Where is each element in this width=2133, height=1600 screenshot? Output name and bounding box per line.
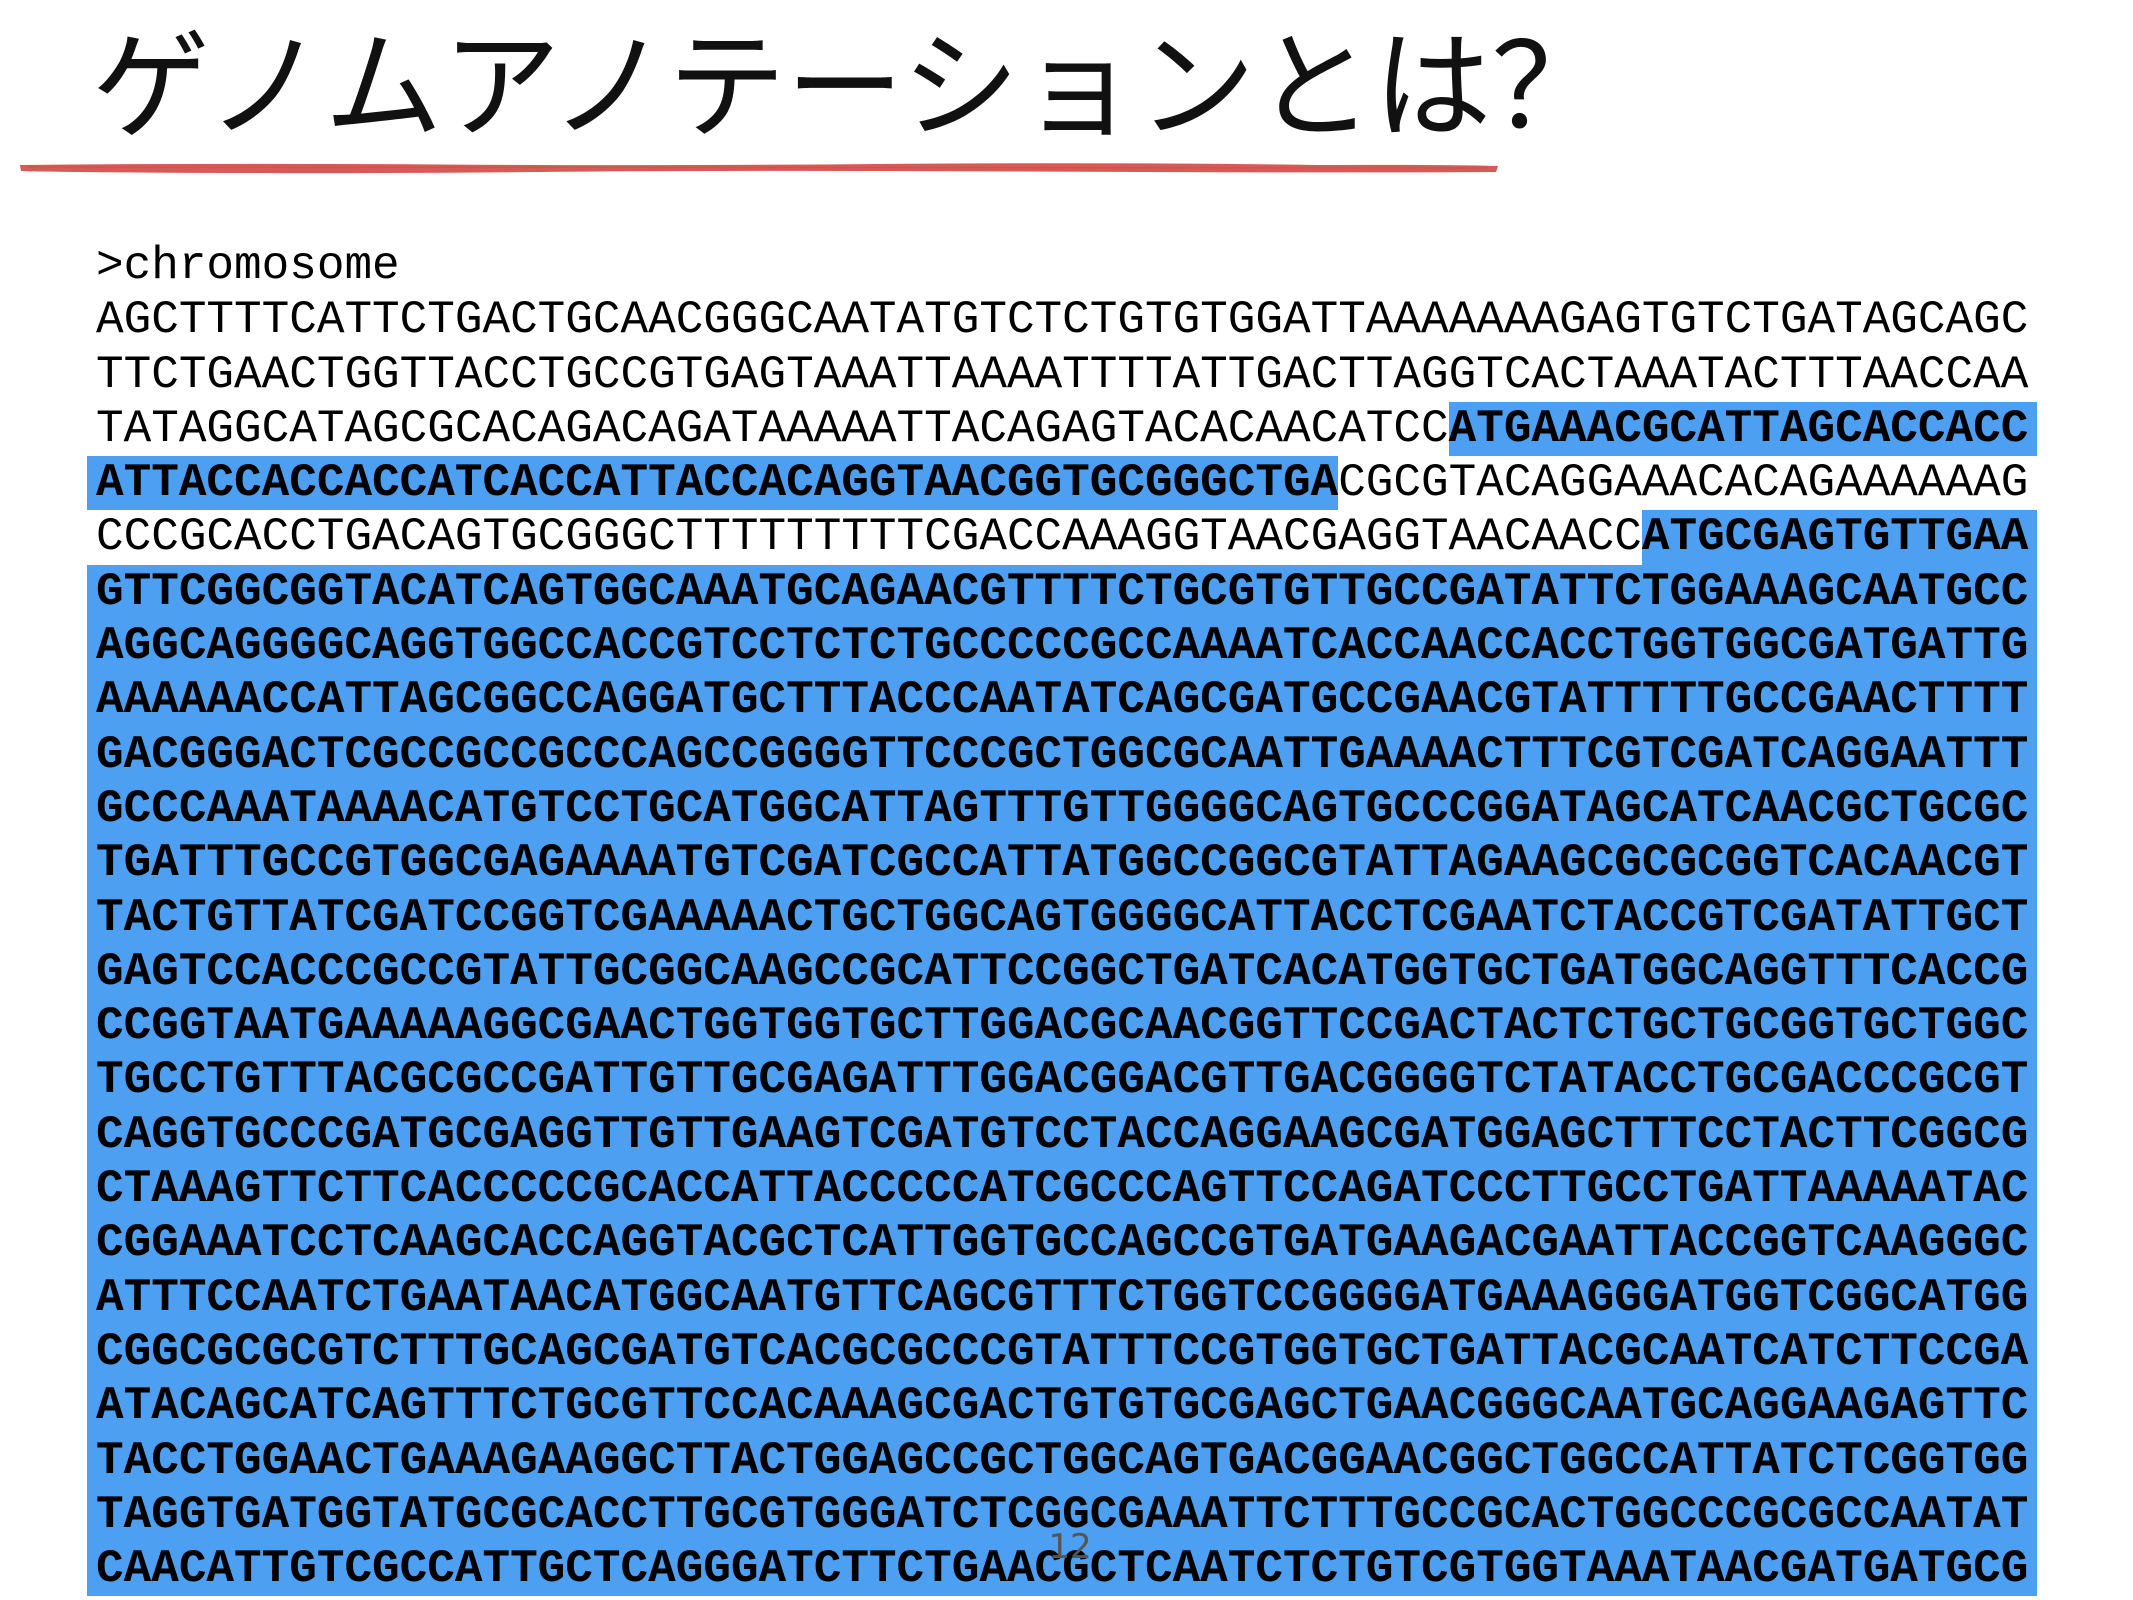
sequence-lines: AGCTTTTCATTCTGACTGCAACGGGCAATATGTCTCTGTG… [87,293,2038,1597]
gene-highlight-segment: CAGGTGCCCGATGCGAGGTTGTTGAAGTCGATGTCCTACC… [87,1107,2038,1163]
gene-highlight-segment: ATGAAACGCATTAGCACCACC [1448,401,2038,457]
sequence-line: GAGTCCACCCGCCGTATTGCGGCAAGCCGCATTCCGGCTG… [87,944,2038,1000]
gene-highlight-segment: CGGAAATCCTCAAGCACCAGGTACGCTCATTGGTGCCAGC… [87,1216,2038,1271]
sequence-segment: CGCGTACAGGAAACACAGAAAAAAG [1338,457,2029,510]
sequence-line: TTCTGAACTGGTTACCTGCCGTGAGTAAATTAAAATTTTA… [96,348,2028,402]
sequence-line: CCGGTAATGAAAAAGGCGAACTGGTGGTGCTTGGACGCAA… [87,999,2038,1054]
gene-highlight-segment: ATTTCCAATCTGAATAACATGGCAATGTTCAGCGTTTCTG… [87,1270,2038,1325]
gene-highlight-segment: TGATTTGCCGTGGCGAGAAAATGTCGATCGCCATTATGGC… [87,836,2038,891]
gene-highlight-segment: GCCCAAATAAAACATGTCCTGCATGGCATTAGTTTGTTGG… [87,781,2038,837]
gene-highlight-segment: CGGCGCGCGTCTTTGCAGCGATGTCACGCGCCCGTATTTC… [87,1324,2038,1380]
gene-highlight-segment: GAGTCCACCCGCCGTATTGCGGCAAGCCGCATTCCGGCTG… [87,944,2038,1000]
gene-highlight-segment: ATGCGAGTGTTGAA [1641,510,2038,565]
sequence-line: GCCCAAATAAAACATGTCCTGCATGGCATTAGTTTGTTGG… [87,781,2038,837]
sequence-block: >chromosome AGCTTTTCATTCTGACTGCAACGGGCAA… [87,239,2038,1597]
sequence-line: ATTTCCAATCTGAATAACATGGCAATGTTCAGCGTTTCTG… [87,1270,2038,1325]
sequence-line: TGCCTGTTTACGCGCCGATTGTTGCGAGATTTGGACGGAC… [87,1053,2038,1108]
sequence-line: ATTACCACCACCATCACCATTACCACAGGTAACGGTGCGG… [87,456,2029,511]
sequence-line: AAAAAACCATTAGCGGCCAGGATGCTTTACCCAATATCAG… [87,673,2038,728]
sequence-line: CGGAAATCCTCAAGCACCAGGTACGCTCATTGGTGCCAGC… [87,1216,2038,1271]
gene-highlight-segment: TACTGTTATCGATCCGGTCGAAAAACTGCTGGCAGTGGGG… [87,890,2038,945]
page-number: 12 [1048,1527,1092,1567]
sequence-line: GACGGGACTCGCCGCCGCCCAGCCGGGGTTCCCGCTGGCG… [87,727,2038,782]
sequence-line: TGATTTGCCGTGGCGAGAAAATGTCGATCGCCATTATGGC… [87,836,2038,891]
gene-highlight-segment: GACGGGACTCGCCGCCGCCCAGCCGGGGTTCCCGCTGGCG… [87,727,2038,782]
sequence-line: TACCTGGAACTGAAAGAAGGCTTACTGGAGCCGCTGGCAG… [87,1433,2038,1488]
sequence-line: ATACAGCATCAGTTTCTGCGTTCCACAAAGCGACTGTGTG… [87,1379,2038,1434]
gene-highlight-segment: TGCCTGTTTACGCGCCGATTGTTGCGAGATTTGGACGGAC… [87,1053,2038,1108]
sequence-line: GTTCGGCGGTACATCAGTGGCAAATGCAGAACGTTTTCTG… [87,564,2038,620]
sequence-segment: TATAGGCATAGCGCACAGACAGATAAAAATTACAGAGTAC… [96,402,1449,455]
sequence-segment: CCCGCACCTGACAGTGCGGGCTTTTTTTTTCGACCAAAGG… [96,511,1642,564]
title-underline [20,163,1498,174]
slide: ゲノムアノテーションとは？ >chromosome AGCTTTTCATTCTG… [0,0,2133,1600]
slide-title: ゲノムアノテーションとは？ [92,18,1610,156]
sequence-line: CGGCGCGCGTCTTTGCAGCGATGTCACGCGCCCGTATTTC… [87,1324,2038,1380]
gene-highlight-segment: CCGGTAATGAAAAAGGCGAACTGGTGGTGCTTGGACGCAA… [87,999,2038,1054]
gene-highlight-segment: ATTACCACCACCATCACCATTACCACAGGTAACGGTGCGG… [87,456,1339,511]
gene-highlight-segment: CTAAAGTTCTTCACCCCCGCACCATTACCCCCATCGCCCA… [87,1162,2038,1217]
gene-highlight-segment: TACCTGGAACTGAAAGAAGGCTTACTGGAGCCGCTGGCAG… [87,1433,2038,1488]
sequence-segment: TTCTGAACTGGTTACCTGCCGTGAGTAAATTAAAATTTTA… [96,348,2029,401]
sequence-line: CCCGCACCTGACAGTGCGGGCTTTTTTTTTCGACCAAAGG… [96,510,2038,565]
sequence-line: TATAGGCATAGCGCACAGACAGATAAAAATTACAGAGTAC… [96,401,2038,457]
sequence-line: AGCTTTTCATTCTGACTGCAACGGGCAATATGTCTCTGTG… [96,293,2028,347]
gene-highlight-segment: AAAAAACCATTAGCGGCCAGGATGCTTTACCCAATATCAG… [87,673,2038,728]
sequence-line: AGGCAGGGGCAGGTGGCCACCGTCCTCTCTGCCCCCGCCA… [87,619,2038,674]
gene-highlight-segment: ATACAGCATCAGTTTCTGCGTTCCACAAAGCGACTGTGTG… [87,1379,2038,1434]
sequence-line: TACTGTTATCGATCCGGTCGAAAAACTGCTGGCAGTGGGG… [87,890,2038,945]
gene-highlight-segment: GTTCGGCGGTACATCAGTGGCAAATGCAGAACGTTTTCTG… [87,564,2038,620]
sequence-line: CTAAAGTTCTTCACCCCCGCACCATTACCCCCATCGCCCA… [87,1162,2038,1217]
sequence-line: CAGGTGCCCGATGCGAGGTTGTTGAAGTCGATGTCCTACC… [87,1107,2038,1163]
sequence-header: >chromosome [96,240,400,292]
sequence-segment: AGCTTTTCATTCTGACTGCAACGGGCAATATGTCTCTGTG… [96,294,2029,347]
gene-highlight-segment: AGGCAGGGGCAGGTGGCCACCGTCCTCTCTGCCCCCGCCA… [87,619,2038,674]
